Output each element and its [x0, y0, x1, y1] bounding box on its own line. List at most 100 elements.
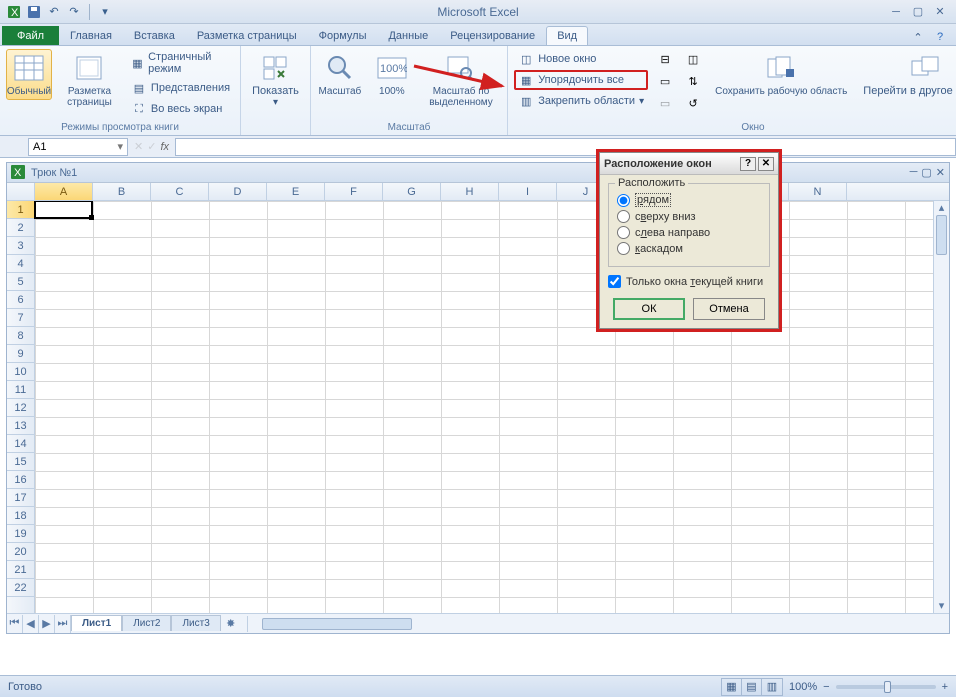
row-header[interactable]: 1	[7, 201, 34, 219]
sheet-tab[interactable]: Лист3	[171, 615, 220, 631]
ribbon-minimize-icon[interactable]: ⌃	[910, 29, 926, 45]
zoom-button[interactable]: Масштаб	[317, 49, 363, 100]
normal-view-icon[interactable]: ▦	[722, 679, 742, 695]
row-header[interactable]: 19	[7, 525, 34, 543]
unhide-icon[interactable]: ▭	[654, 93, 676, 113]
redo-icon[interactable]: ↷	[66, 4, 82, 20]
view-side-icon[interactable]: ◫	[682, 49, 704, 69]
tab-file[interactable]: Файл	[2, 26, 59, 45]
new-sheet-icon[interactable]: ✸	[221, 617, 241, 630]
col-header[interactable]: D	[209, 183, 267, 200]
row-header[interactable]: 7	[7, 309, 34, 327]
sheet-tab[interactable]: Лист1	[71, 615, 122, 631]
save-workspace-button[interactable]: Сохранить рабочую область	[710, 49, 852, 100]
col-header[interactable]: C	[151, 183, 209, 200]
zoom-in-icon[interactable]: +	[942, 681, 948, 693]
close-icon[interactable]: ✕	[932, 4, 948, 20]
row-header[interactable]: 14	[7, 435, 34, 453]
row-header[interactable]: 2	[7, 219, 34, 237]
ok-button[interactable]: ОК	[613, 298, 685, 320]
row-header[interactable]: 15	[7, 453, 34, 471]
select-all-corner[interactable]	[7, 183, 35, 200]
sheet-nav-next-icon[interactable]: ▶	[39, 615, 55, 633]
sheet-nav-last-icon[interactable]: ⏭	[55, 615, 71, 633]
undo-icon[interactable]: ↶	[46, 4, 62, 20]
row-header[interactable]: 17	[7, 489, 34, 507]
formula-input[interactable]	[175, 138, 956, 156]
tab-pagelayout[interactable]: Разметка страницы	[186, 26, 308, 45]
col-header[interactable]: B	[93, 183, 151, 200]
qat-customize-icon[interactable]: ▾	[97, 4, 113, 20]
radio-tiled[interactable]: рядом	[617, 193, 761, 207]
freeze-panes-button[interactable]: ▥Закрепить области ▾	[514, 91, 648, 111]
col-header[interactable]: A	[35, 183, 93, 200]
row-header[interactable]: 11	[7, 381, 34, 399]
row-header[interactable]: 4	[7, 255, 34, 273]
normal-view-button[interactable]: Обычный	[6, 49, 52, 100]
name-box[interactable]: A1▾	[28, 138, 128, 156]
wb-close-icon[interactable]: ✕	[936, 166, 945, 179]
active-cell[interactable]	[34, 201, 93, 219]
tab-data[interactable]: Данные	[377, 26, 439, 45]
cell-grid[interactable]	[35, 201, 933, 613]
fx-icon[interactable]: fx	[160, 141, 169, 153]
radio-vertical[interactable]: слева направо	[617, 226, 761, 239]
hide-icon[interactable]: ▭	[654, 71, 676, 91]
page-break-icon[interactable]: ▥	[762, 679, 782, 695]
sheet-tab[interactable]: Лист2	[122, 615, 171, 631]
column-headers[interactable]: A B C D E F G H I J K L M N	[7, 183, 949, 201]
row-header[interactable]: 10	[7, 363, 34, 381]
row-header[interactable]: 16	[7, 471, 34, 489]
page-layout-icon[interactable]: ▤	[742, 679, 762, 695]
custom-views-button[interactable]: ▤Представления	[127, 78, 234, 98]
col-header[interactable]: I	[499, 183, 557, 200]
new-window-button[interactable]: ◫Новое окно	[514, 49, 648, 69]
sync-scroll-icon[interactable]: ⇅	[682, 71, 704, 91]
split-icon[interactable]: ⊟	[654, 49, 676, 69]
col-header[interactable]: F	[325, 183, 383, 200]
tab-home[interactable]: Главная	[59, 26, 123, 45]
tab-insert[interactable]: Вставка	[123, 26, 186, 45]
row-header[interactable]: 12	[7, 399, 34, 417]
row-header[interactable]: 18	[7, 507, 34, 525]
zoom-slider[interactable]	[836, 685, 936, 689]
row-header[interactable]: 3	[7, 237, 34, 255]
col-header[interactable]: N	[789, 183, 847, 200]
row-header[interactable]: 9	[7, 345, 34, 363]
zoom-out-icon[interactable]: −	[823, 681, 829, 693]
tab-formulas[interactable]: Формулы	[308, 26, 378, 45]
row-header[interactable]: 13	[7, 417, 34, 435]
col-header[interactable]: H	[441, 183, 499, 200]
row-header[interactable]: 5	[7, 273, 34, 291]
row-header[interactable]: 22	[7, 579, 34, 597]
show-button[interactable]: Показать▾	[247, 49, 304, 111]
sheet-nav-first-icon[interactable]: ⏮	[7, 615, 23, 633]
sheet-nav-prev-icon[interactable]: ◀	[23, 615, 39, 633]
zoom-100-button[interactable]: 100% 100%	[369, 49, 415, 100]
minimize-icon[interactable]: ─	[888, 4, 904, 20]
row-header[interactable]: 6	[7, 291, 34, 309]
tab-review[interactable]: Рецензирование	[439, 26, 546, 45]
page-layout-view-button[interactable]: Разметка страницы	[58, 49, 121, 111]
col-header[interactable]: G	[383, 183, 441, 200]
checkbox-active-workbook[interactable]: Только окна текущей книги	[608, 275, 770, 288]
radio-cascade[interactable]: каскадом	[617, 242, 761, 255]
wb-maximize-icon[interactable]: ▢	[921, 166, 931, 179]
col-header[interactable]: E	[267, 183, 325, 200]
page-break-preview-button[interactable]: ▦Страничный режим	[127, 49, 234, 77]
zoom-level[interactable]: 100%	[789, 681, 817, 693]
help-icon[interactable]: ?	[932, 29, 948, 45]
save-icon[interactable]	[26, 4, 42, 20]
dialog-help-icon[interactable]: ?	[740, 157, 756, 171]
vertical-scrollbar[interactable]: ▴ ▾	[933, 201, 949, 613]
row-headers[interactable]: 1 2 3 4 5 6 7 8 9 10 11 12 13 14 15 16 1…	[7, 201, 35, 613]
row-header[interactable]: 8	[7, 327, 34, 345]
tab-view[interactable]: Вид	[546, 26, 588, 45]
reset-pos-icon[interactable]: ↺	[682, 93, 704, 113]
radio-horizontal[interactable]: сверху вниз	[617, 210, 761, 223]
horizontal-scrollbar[interactable]	[247, 616, 949, 632]
switch-windows-button[interactable]: Перейти в другое окно ▾	[858, 49, 956, 100]
full-screen-button[interactable]: ⛶Во весь экран	[127, 99, 234, 119]
row-header[interactable]: 21	[7, 561, 34, 579]
arrange-all-button[interactable]: ▦Упорядочить все	[514, 70, 648, 90]
